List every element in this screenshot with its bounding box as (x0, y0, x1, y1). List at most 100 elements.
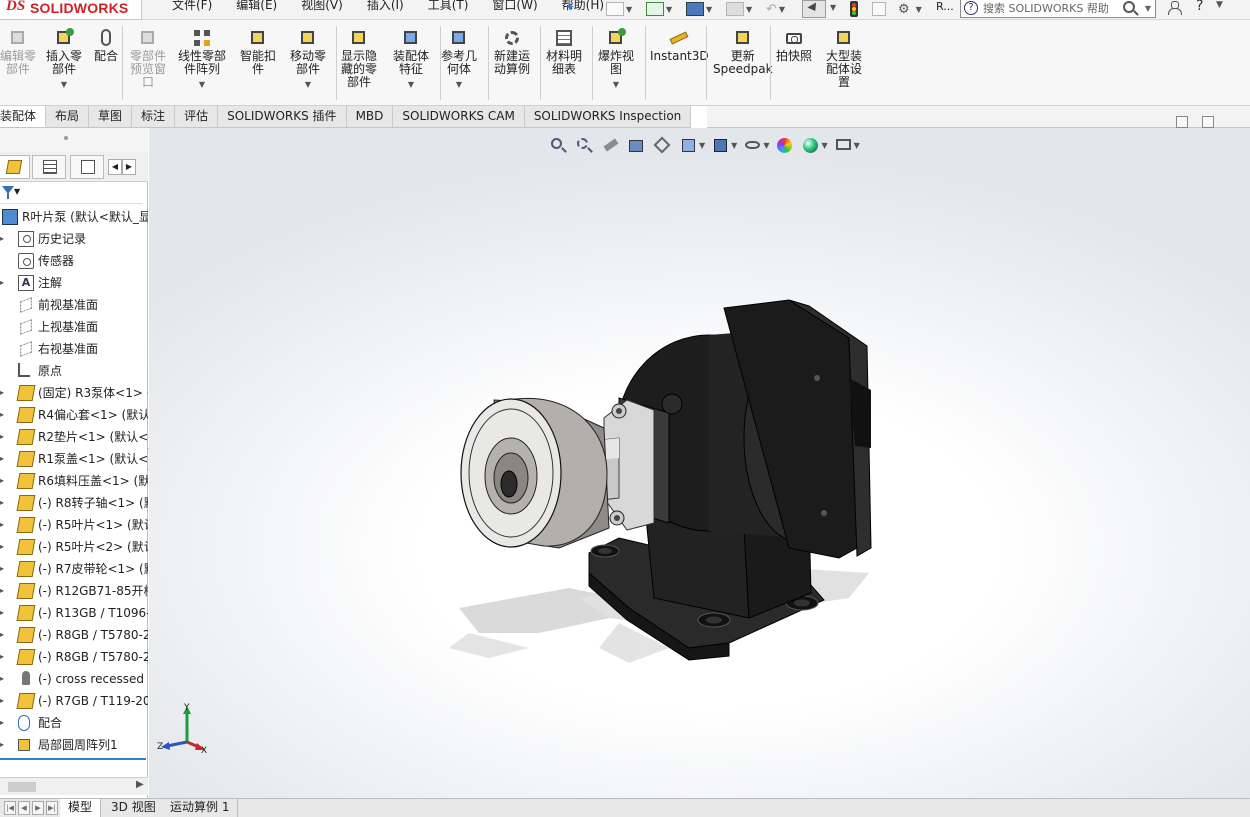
search-icon[interactable] (1123, 1, 1135, 13)
file-properties-icon[interactable] (872, 2, 886, 16)
menu-item[interactable]: 编辑(E) (224, 0, 289, 13)
maximize-view-icon[interactable] (1202, 116, 1214, 128)
tree-node[interactable]: ▸ 配合 (0, 712, 148, 734)
chevron-down-icon[interactable]: ▼ (830, 3, 836, 12)
tab-command[interactable]: SOLIDWORKS 插件 (218, 106, 347, 127)
solidworks-logo[interactable]: DS SOLIDWORKS (0, 0, 142, 20)
rollback-bar[interactable] (0, 758, 146, 760)
chevron-down-icon[interactable]: ▼ (746, 5, 752, 14)
menu-item[interactable]: 插入(I) (355, 0, 416, 13)
expand-icon[interactable]: ▸ (0, 382, 6, 404)
next-tab-icon[interactable]: ▶ (32, 801, 44, 815)
chevron-down-icon[interactable]: ▼ (779, 5, 785, 14)
expand-icon[interactable]: ▸ (0, 448, 6, 470)
tree-node[interactable]: ▸ (-) R8转子轴<1> (默 (0, 492, 148, 514)
tree-node[interactable]: ▸ A 注解 (0, 272, 148, 294)
tree-node[interactable]: ▸ R4偏心套<1> (默认 (0, 404, 148, 426)
menu-item[interactable]: 窗口(W) (480, 0, 549, 13)
tab-model-view[interactable]: 模型 (60, 799, 102, 817)
rebuild-icon[interactable] (850, 1, 858, 17)
chevron-down-icon[interactable]: ▼ (441, 78, 477, 91)
quick-access-new[interactable]: ▼ (606, 0, 640, 18)
tree-node[interactable]: 传感器 (0, 250, 148, 272)
bom-button[interactable]: 材料明 细表 (546, 28, 582, 76)
prev-tab-icon[interactable]: ◀ (18, 801, 30, 815)
expand-icon[interactable]: ▸ (0, 426, 6, 448)
options-gear-icon[interactable]: ⚙ (898, 2, 910, 17)
tab-command[interactable]: 装配体 (0, 106, 47, 127)
last-tab-icon[interactable]: ▶| (46, 801, 58, 815)
chevron-down-icon[interactable]: ▼ (706, 5, 712, 14)
tab-command[interactable]: 布局 (46, 106, 90, 127)
tab-command[interactable]: SOLIDWORKS Inspection (524, 106, 692, 127)
tab-command[interactable]: SOLIDWORKS CAM (393, 106, 525, 127)
quick-access-open[interactable]: ▼ (646, 0, 680, 18)
snapshot-button[interactable]: 拍快照 (776, 28, 812, 63)
move-component-button[interactable]: 移动零 部件 ▼ (290, 28, 326, 91)
tree-node[interactable]: ▸ (-) R7皮带轮<1> (默 (0, 558, 148, 580)
tree-node[interactable]: ▸ R6填料压盖<1> (默 (0, 470, 148, 492)
restore-view-icon[interactable] (1176, 116, 1188, 128)
tree-node[interactable]: ▸ (-) R8GB / T5780-2 (0, 646, 148, 668)
chevron-down-icon[interactable]: ▼ (393, 78, 429, 91)
pump-assembly-model[interactable] (149, 128, 1250, 798)
print-icon[interactable] (726, 2, 744, 16)
graphics-viewport[interactable]: ▼ ▼ ▼ ▼ ▼ (149, 128, 1250, 798)
menu-item[interactable]: 工具(T) (416, 0, 481, 13)
tree-node[interactable]: ▸ (-) R7GB / T119-20 (0, 690, 148, 712)
tab-command[interactable]: 评估 (175, 106, 219, 127)
tab-configuration-manager[interactable] (70, 155, 104, 179)
undo-icon[interactable]: ↶ (766, 2, 777, 17)
expand-icon[interactable]: ▸ (0, 624, 6, 646)
quick-access-options[interactable]: ⚙ ▼ (898, 0, 930, 18)
chevron-down-icon[interactable]: ▼ (916, 5, 922, 14)
chevron-down-icon[interactable]: ▼ (626, 5, 632, 14)
chevron-down-icon[interactable]: ▼ (46, 78, 82, 91)
exploded-view-button[interactable]: 爆炸视 图 ▼ (598, 28, 634, 91)
linear-pattern-button[interactable]: 线性零部 件阵列 ▼ (178, 28, 226, 91)
tree-node[interactable]: ▸ (-) R5叶片<1> (默认 (0, 514, 148, 536)
tab-property-manager[interactable] (32, 155, 66, 179)
tab-command[interactable]: MBD (346, 106, 394, 127)
first-tab-icon[interactable]: |◀ (4, 801, 16, 815)
chevron-down-icon[interactable]: ▼ (178, 78, 226, 91)
tree-node[interactable]: ▸ (-) R13GB / T1096- (0, 602, 148, 624)
tree-node[interactable]: ▸ (固定) R3泵体<1> ( (0, 382, 148, 404)
tab-model-view[interactable]: 3D 视图 (103, 799, 165, 817)
tree-node[interactable]: 右视基准面 (0, 338, 148, 360)
expand-icon[interactable]: ▸ (0, 492, 6, 514)
tree-node[interactable]: 上视基准面 (0, 316, 148, 338)
quick-access-print[interactable]: ▼ (726, 0, 760, 18)
menu-item[interactable]: 视图(V) (289, 0, 355, 13)
chevron-down-icon[interactable]: ▼ (1216, 0, 1223, 10)
tree-node[interactable]: ▸ (-) R5叶片<2> (默认 (0, 536, 148, 558)
feature-filter[interactable]: ▼ (0, 182, 142, 204)
tree-node[interactable]: ▸ (-) R12GB71-85开槽 (0, 580, 148, 602)
tree-node[interactable]: ▸ (-) cross recessed (0, 668, 148, 690)
help-search-input[interactable]: ? 搜索 SOLIDWORKS 帮助 ▼ (960, 0, 1156, 18)
pin-icon[interactable]: ✦ (565, 0, 575, 14)
assembly-features-button[interactable]: 装配体 特征 ▼ (393, 28, 429, 91)
tree-node[interactable]: ▸ 历史记录 (0, 228, 148, 250)
quick-access-undo[interactable]: ↶ ▼ (766, 0, 793, 18)
expand-icon[interactable]: ▸ (0, 514, 6, 536)
expand-icon[interactable]: ▸ (0, 668, 6, 690)
tab-model-view[interactable]: 运动算例 1 (162, 799, 239, 817)
chevron-down-icon[interactable]: ▼ (1145, 0, 1151, 17)
chevron-down-icon[interactable]: ▼ (598, 78, 634, 91)
instant3d-button[interactable]: Instant3D (650, 28, 709, 63)
filter-icon[interactable] (2, 186, 14, 199)
menu-item[interactable]: 文件(F) (160, 0, 224, 13)
open-icon[interactable] (646, 2, 664, 16)
expand-icon[interactable]: ▸ (0, 536, 6, 558)
expand-icon[interactable]: ▸ (0, 470, 6, 492)
tree-node[interactable]: ▸ 局部圆周阵列1 (0, 734, 148, 756)
tree-node[interactable]: ▸ R2垫片<1> (默认< (0, 426, 148, 448)
expand-icon[interactable]: ▸ (0, 690, 6, 712)
chevron-down-icon[interactable]: ▼ (14, 187, 20, 196)
expand-icon[interactable]: ▸ (0, 228, 6, 250)
chevron-down-icon[interactable]: ▼ (666, 5, 672, 14)
expand-icon[interactable]: ▸ (0, 734, 6, 756)
tree-node[interactable]: 原点 (0, 360, 148, 382)
update-speedpak-button[interactable]: 更新 Speedpak (713, 28, 773, 76)
